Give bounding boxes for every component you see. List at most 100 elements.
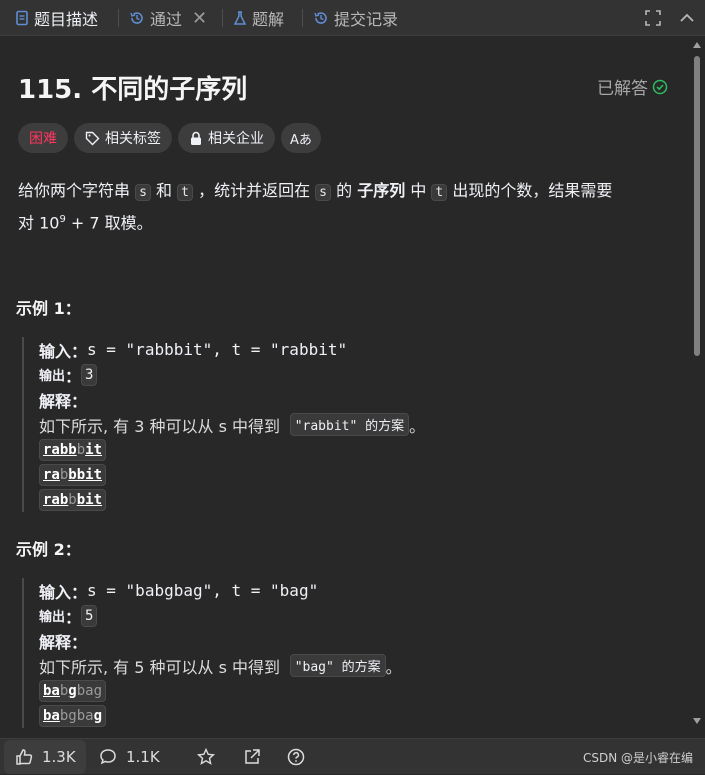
sequence-line: babgbag: [39, 678, 679, 703]
matched-chars: it: [85, 441, 103, 458]
example-output: 输出： 5: [39, 603, 679, 628]
input-value: s = "babgbag", t = "bag": [87, 581, 319, 600]
scroll-up-arrow-icon[interactable]: [692, 40, 702, 50]
example-title: 示例 2：: [16, 540, 81, 559]
code-t: t: [431, 184, 448, 201]
input-label: 输入：: [39, 582, 88, 602]
tab-label: 题解: [252, 10, 285, 29]
desc-bold: 子序列: [357, 181, 406, 200]
related-tags-button[interactable]: 相关标签: [74, 123, 172, 153]
explain-end: 。: [409, 416, 426, 436]
like-count: 1.3K: [42, 748, 76, 766]
tag-row: 困难 相关标签 相关企业 Aあ: [18, 123, 321, 153]
code-t: t: [177, 184, 193, 201]
example-block: 输入： s = "rabbbit", t = "rabbit" 输出： 3 解释： …: [22, 337, 679, 512]
skipped-chars: bag: [76, 682, 103, 699]
scroll-thumb[interactable]: [694, 56, 700, 356]
explain-label: 解释：: [39, 391, 88, 411]
difficulty-badge: 困难: [18, 123, 68, 153]
example-input: 输入： s = "babgbag", t = "bag": [39, 578, 679, 603]
sequence-line: rabbbit: [39, 487, 679, 512]
example-block: 输入： s = "babgbag", t = "bag" 输出： 5 解释： 如下所…: [22, 578, 679, 728]
translate-icon: Aあ: [290, 132, 312, 148]
comment-count: 1.1K: [126, 748, 160, 766]
tab-divider: [118, 9, 119, 27]
explain-code: "bag" 的方案: [289, 654, 386, 677]
close-icon[interactable]: ✕: [192, 8, 207, 29]
tab-divider: [302, 9, 303, 27]
tab-solutions[interactable]: 题解: [232, 0, 284, 36]
favorite-button[interactable]: [196, 739, 224, 775]
matched-chars: bbit: [68, 466, 103, 483]
matched-chars: bit: [76, 491, 103, 508]
explain-end: 。: [385, 657, 402, 677]
tab-label: 题目描述: [34, 10, 99, 29]
scrollbar[interactable]: [692, 40, 702, 730]
watermark: CSDN @是小睿在编: [582, 750, 693, 765]
example-explain-label: 解释：: [39, 387, 679, 412]
sequence-list: rabbbit rabbbit rabbbit: [39, 437, 679, 512]
tab-label: 通过: [150, 10, 183, 29]
input-label: 输入：: [39, 341, 88, 361]
desc-text: 的: [336, 181, 353, 200]
tab-description[interactable]: 题目描述: [14, 0, 98, 36]
explain-text: 如下所示, 有 3 种可以从 s 中得到: [39, 416, 281, 436]
matched-chars: ba: [43, 707, 60, 724]
tab-submissions[interactable]: 提交记录: [312, 0, 398, 36]
sequence-line: babgbag: [39, 703, 679, 728]
sequence-list: babgbag babgbag: [39, 678, 679, 728]
description-icon: [16, 10, 28, 26]
history-icon: [314, 12, 327, 24]
output-value: 3: [81, 363, 98, 386]
matched-chars: rabb: [43, 441, 77, 458]
lock-icon: [191, 131, 201, 145]
solved-status: 已解答: [597, 74, 668, 99]
fullscreen-icon[interactable]: [644, 0, 662, 36]
example-explain-label: 解释：: [39, 628, 679, 653]
sequence-chip: rabbbit: [39, 488, 107, 511]
translate-button[interactable]: Aあ: [281, 123, 321, 153]
explain-label: 解释：: [39, 632, 88, 652]
check-circle-icon: [652, 79, 668, 94]
related-companies-button[interactable]: 相关企业: [178, 123, 275, 153]
help-button[interactable]: [286, 739, 314, 775]
matched-chars: g: [93, 707, 103, 724]
tag-label: 相关标签: [105, 131, 161, 147]
comment-icon: [100, 749, 116, 765]
flask-icon: [233, 11, 247, 25]
example-explain: 如下所示, 有 3 种可以从 s 中得到 "rabbit" 的方案。: [39, 412, 679, 437]
sequence-chip: rabbbit: [39, 438, 107, 461]
output-colon: ：: [65, 607, 82, 627]
solved-label: 已解答: [597, 79, 648, 99]
star-icon: [196, 747, 216, 765]
desc-text: + 7 取模。: [65, 213, 153, 233]
matched-chars: rab: [43, 491, 69, 508]
desc-text: 给你两个字符串: [18, 181, 131, 200]
collapse-chevron-icon[interactable]: [678, 0, 696, 36]
output-label: 输出: [39, 369, 66, 384]
explain-text: 如下所示, 有 5 种可以从 s 中得到: [39, 657, 281, 677]
tab-label: 提交记录: [334, 10, 399, 29]
comments-button[interactable]: 1.1K: [98, 739, 160, 775]
sequence-chip: babgbag: [39, 679, 107, 702]
input-value: s = "rabbbit", t = "rabbit": [87, 340, 348, 359]
skipped-chars: bgba: [59, 707, 94, 724]
output-value: 5: [81, 604, 98, 627]
problem-content: 115. 不同的子序列 已解答 困难 相关标签 相关企业 Aあ 给你两个字符串 …: [0, 37, 690, 737]
explain-code: "rabbit" 的方案: [289, 413, 410, 436]
sequence-line: rabbbit: [39, 437, 679, 462]
example-title: 示例 1：: [16, 299, 81, 318]
output-label: 输出: [39, 610, 66, 625]
help-icon: [287, 748, 305, 766]
tab-submissions-passed[interactable]: 通过 ✕: [128, 0, 207, 36]
code-s: s: [135, 184, 151, 201]
problem-description: 给你两个字符串 s 和 t ，统计并返回在 s 的 子序列 中 t 出现的个数，…: [18, 177, 678, 236]
tag-label: 相关企业: [208, 131, 264, 147]
tab-divider: [222, 9, 223, 27]
skipped-chars: b: [68, 491, 77, 508]
tag-icon: [85, 131, 100, 145]
like-button[interactable]: 1.3K: [4, 740, 86, 774]
skipped-chars: b: [76, 441, 86, 458]
share-button[interactable]: [242, 739, 270, 775]
scroll-down-arrow-icon[interactable]: [692, 716, 702, 726]
